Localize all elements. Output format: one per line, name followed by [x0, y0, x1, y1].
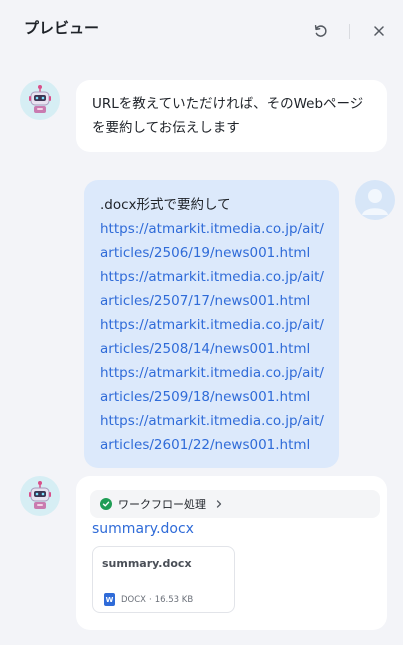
refresh-button[interactable] — [310, 20, 332, 42]
workflow-label: ワークフロー処理 — [118, 498, 206, 511]
url-link-3[interactable]: https://atmarkit.itmedia.co.jp/ait/artic… — [100, 313, 325, 361]
close-button[interactable] — [368, 20, 390, 42]
file-card-name: summary.docx — [102, 557, 192, 570]
header-divider — [349, 24, 350, 39]
file-attachment-card[interactable]: summary.docx W DOCX · 16.53 KB — [92, 546, 235, 613]
url-link-1[interactable]: https://atmarkit.itmedia.co.jp/ait/artic… — [100, 217, 325, 265]
file-card-meta: W DOCX · 16.53 KB — [104, 593, 193, 606]
chevron-right-icon — [216, 500, 222, 508]
file-download-link[interactable]: summary.docx — [92, 521, 194, 537]
url-link-2[interactable]: https://atmarkit.itmedia.co.jp/ait/artic… — [100, 265, 325, 313]
user-message-text: .docx形式で要約して — [100, 197, 231, 213]
bot-message-bubble: URLを教えていただければ、そのWebページを要約してお伝えします — [76, 80, 387, 152]
robot-icon — [29, 85, 51, 113]
file-size: 16.53 KB — [154, 594, 194, 605]
check-circle-icon — [100, 498, 112, 510]
bot-avatar — [20, 80, 60, 120]
close-icon — [374, 26, 384, 36]
bot-message-text: URLを教えていただければ、そのWebページを要約してお伝えします — [92, 96, 364, 136]
word-document-icon: W — [104, 593, 115, 606]
refresh-icon — [314, 25, 327, 37]
url-link-5[interactable]: https://atmarkit.itmedia.co.jp/ait/artic… — [100, 409, 325, 457]
user-icon — [362, 189, 388, 215]
preview-header: プレビュー — [0, 0, 403, 62]
url-link-4[interactable]: https://atmarkit.itmedia.co.jp/ait/artic… — [100, 361, 325, 409]
workflow-status-chip[interactable]: ワークフロー処理 — [90, 490, 380, 518]
robot-icon — [29, 481, 51, 509]
user-message-bubble: .docx形式で要約して https://atmarkit.itmedia.co… — [84, 180, 339, 468]
panel-title: プレビュー — [24, 19, 100, 37]
user-avatar — [355, 180, 395, 220]
file-type: DOCX — [121, 594, 146, 605]
meta-separator: · — [149, 594, 152, 605]
bot-avatar — [20, 476, 60, 516]
